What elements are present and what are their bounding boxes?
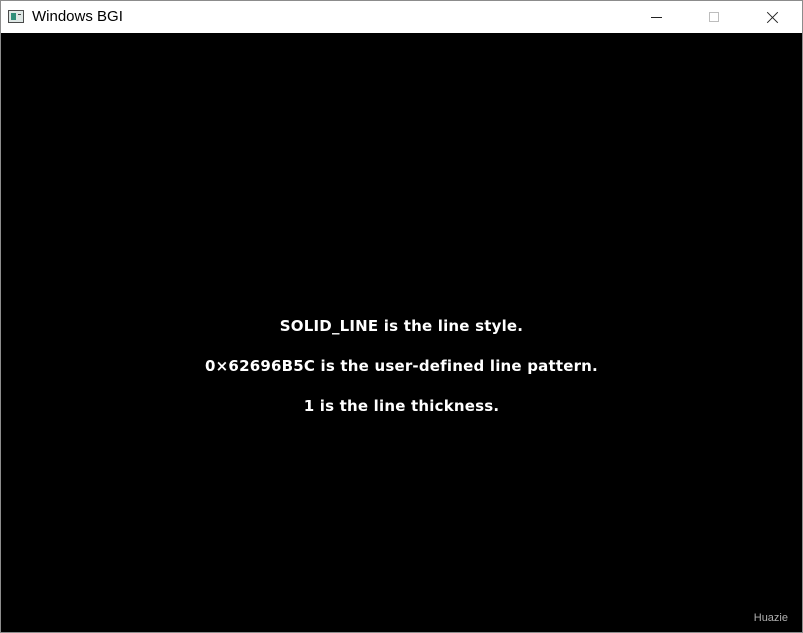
line-thickness-text: 1 is the line thickness. — [303, 397, 500, 415]
maximize-button[interactable] — [686, 1, 744, 33]
app-icon-fill — [11, 13, 16, 20]
maximize-icon — [709, 12, 719, 22]
close-icon — [766, 11, 779, 24]
app-icon-line — [18, 14, 21, 15]
watermark: Huazie — [753, 612, 788, 624]
window-title: Windows BGI — [32, 8, 123, 25]
bgi-window: Windows BGI SOLID_LINE is the line style… — [0, 0, 803, 633]
graphics-canvas: SOLID_LINE is the line style. 0×62696B5C… — [1, 33, 802, 632]
title-bar[interactable]: Windows BGI — [1, 1, 802, 33]
bgi-app-icon[interactable] — [8, 10, 24, 23]
minimize-icon — [651, 17, 662, 18]
minimize-button[interactable] — [628, 1, 686, 33]
line-style-text: SOLID_LINE is the line style. — [279, 317, 524, 335]
close-button[interactable] — [744, 1, 802, 33]
line-pattern-text: 0×62696B5C is the user-defined line patt… — [205, 357, 598, 375]
